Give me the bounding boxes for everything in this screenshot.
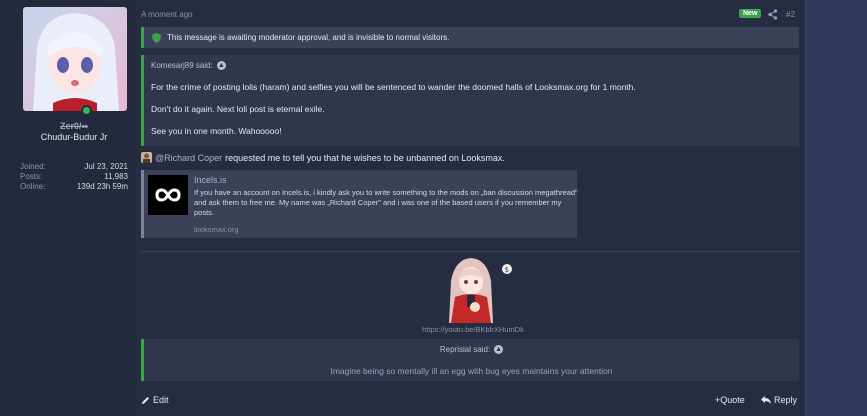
infinity-logo-icon <box>155 188 181 202</box>
youtube-link[interactable]: https://youtu.be/BKblrXHumDk <box>373 325 573 334</box>
user-info-panel: Zer0/∞ Chudur-Budur Jr Joined: Jul 23, 2… <box>13 0 135 416</box>
quote-header[interactable]: Reprisial said: ▲ <box>144 345 799 354</box>
new-badge: New <box>739 9 762 18</box>
quote-line: Don't do it again. Next loli post is ete… <box>151 104 325 114</box>
quote-author[interactable]: Reprisial said: <box>440 345 490 354</box>
pencil-icon <box>142 396 149 404</box>
user-title: Zer0/∞ <box>60 121 88 131</box>
reply-arrow-icon <box>761 396 771 404</box>
message-line: @Richard Coper requested me to tell you … <box>141 152 505 163</box>
online-status-indicator <box>81 105 92 116</box>
reply-button[interactable]: Reply <box>761 395 797 405</box>
message-text: requested me to tell you that he wishes … <box>225 152 505 163</box>
post-timestamp[interactable]: A moment ago <box>141 10 193 19</box>
quote-author[interactable]: Komesarj89 said: <box>151 61 213 70</box>
edit-label: Edit <box>153 395 169 405</box>
stat-label: Joined: <box>20 162 46 171</box>
mention-avatar[interactable] <box>141 152 152 163</box>
link-preview-card[interactable]: Incels.is If you have an account on Ince… <box>141 170 578 238</box>
shield-icon <box>152 32 161 43</box>
quote-block-1: Komesarj89 said: ▲ For the crime of post… <box>141 55 799 146</box>
stat-joined: Joined: Jul 23, 2021 <box>20 162 128 172</box>
user-stats: Joined: Jul 23, 2021 Posts: 11,983 Onlin… <box>20 162 128 192</box>
quote-line: For the crime of posting lolis (haram) a… <box>151 82 636 92</box>
page-left-gutter <box>0 0 13 416</box>
arrow-up-icon[interactable]: ▲ <box>494 345 504 354</box>
share-icon[interactable] <box>768 9 778 20</box>
quote-header[interactable]: Komesarj89 said: ▲ <box>151 61 226 70</box>
quote-button[interactable]: +Quote <box>715 395 745 405</box>
quote-body: For the crime of posting lolis (haram) a… <box>151 82 791 148</box>
svg-text:$: $ <box>505 266 509 274</box>
username[interactable]: Chudur-Budur Jr <box>13 132 135 142</box>
stat-label: Posts: <box>20 172 43 181</box>
avatar-image <box>23 7 127 111</box>
quote-label: +Quote <box>715 395 745 405</box>
divider <box>141 251 799 252</box>
page-right-gutter <box>806 0 867 416</box>
reply-label: Reply <box>774 395 798 405</box>
edit-button[interactable]: Edit <box>141 395 169 405</box>
post-number-link[interactable]: #2 <box>786 10 795 19</box>
arrow-up-icon[interactable]: ▲ <box>216 61 226 70</box>
forum-post: Zer0/∞ Chudur-Budur Jr Joined: Jul 23, 2… <box>13 0 806 416</box>
post-actions: Edit +Quote Reply <box>141 395 799 407</box>
stat-value: 11,983 <box>104 172 128 181</box>
link-preview-domain: looksmax.org <box>194 225 239 234</box>
stat-label: Online: <box>20 182 46 191</box>
user-mention-link[interactable]: @Richard Coper <box>155 153 222 163</box>
site-logo <box>148 175 188 215</box>
stat-online: Online: 139d 23h 59m <box>20 182 128 192</box>
stat-value: 139d 23h 59m <box>76 182 128 191</box>
post-header: A moment ago New #2 <box>141 9 799 21</box>
moderation-notice: This message is awaiting moderator appro… <box>141 27 799 48</box>
quote-block-2: Reprisial said: ▲ Imagine being so menta… <box>141 339 799 381</box>
quote-body: Imagine being so mentally ill an egg wit… <box>330 366 613 376</box>
moderation-notice-text: This message is awaiting moderator appro… <box>167 33 450 42</box>
link-preview-text: If you have an account on Incels.is, i k… <box>194 188 578 217</box>
stat-value: Jul 23, 2021 <box>84 162 128 171</box>
link-preview-title[interactable]: Incels.is <box>194 175 227 185</box>
stat-posts: Posts: 11,983 <box>20 172 128 182</box>
avatar[interactable] <box>23 7 127 111</box>
quote-line: See you in one month. Wahooooo! <box>151 126 282 136</box>
anime-sticker-image: $ <box>429 253 515 323</box>
